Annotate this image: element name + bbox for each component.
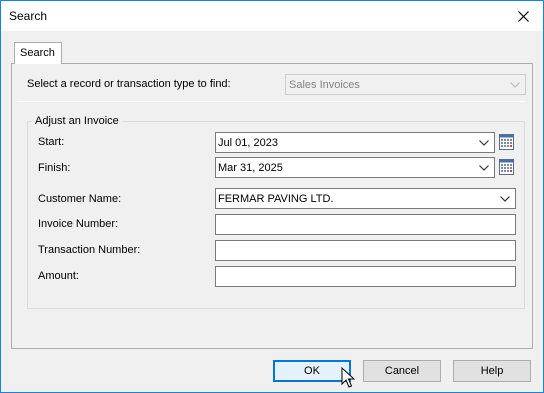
mouse-pointer-icon [341, 366, 356, 392]
record-type-label: Select a record or transaction type to f… [27, 78, 231, 90]
transaction-number-label: Transaction Number: [38, 244, 141, 256]
start-date-field[interactable]: Jul 01, 2023 [215, 132, 495, 153]
finish-label: Finish: [38, 162, 71, 174]
tab-search[interactable]: Search [14, 42, 62, 64]
start-calendar-button[interactable] [499, 133, 515, 151]
customer-name-select[interactable]: FERMAR PAVING LTD. [215, 188, 516, 209]
record-type-value: Sales Invoices [289, 79, 360, 91]
start-label: Start: [38, 136, 65, 148]
record-type-select[interactable]: Sales Invoices [285, 74, 526, 95]
customer-name-value: FERMAR PAVING LTD. [218, 193, 334, 205]
finish-date-value: Mar 31, 2025 [218, 162, 283, 174]
amount-field[interactable] [215, 266, 516, 287]
separator [17, 101, 525, 102]
finish-calendar-button[interactable] [499, 158, 515, 176]
ok-button[interactable]: OK [273, 360, 351, 382]
finish-date-field[interactable]: Mar 31, 2025 [215, 157, 495, 178]
amount-label: Amount: [38, 270, 79, 282]
window-title: Search [9, 9, 48, 23]
chevron-down-icon [508, 78, 522, 92]
tab-search-label: Search [20, 47, 55, 59]
chevron-down-icon[interactable] [477, 161, 491, 175]
transaction-number-field[interactable] [215, 240, 516, 261]
invoice-number-field[interactable] [215, 214, 516, 235]
invoice-number-label: Invoice Number: [38, 218, 119, 230]
cancel-button[interactable]: Cancel [363, 360, 441, 382]
help-button[interactable]: Help [453, 360, 531, 382]
close-button[interactable] [503, 1, 543, 31]
group-title: Adjust an Invoice [32, 115, 122, 127]
customer-name-label: Customer Name: [38, 193, 122, 205]
title-bar: Search [1, 1, 543, 31]
calendar-icon [499, 159, 514, 175]
search-dialog: Search Search Select a record or transac… [0, 0, 544, 393]
chevron-down-icon[interactable] [477, 136, 491, 150]
chevron-down-icon [498, 192, 512, 206]
start-date-value: Jul 01, 2023 [218, 137, 278, 149]
close-icon [517, 10, 529, 22]
calendar-icon [499, 134, 514, 150]
